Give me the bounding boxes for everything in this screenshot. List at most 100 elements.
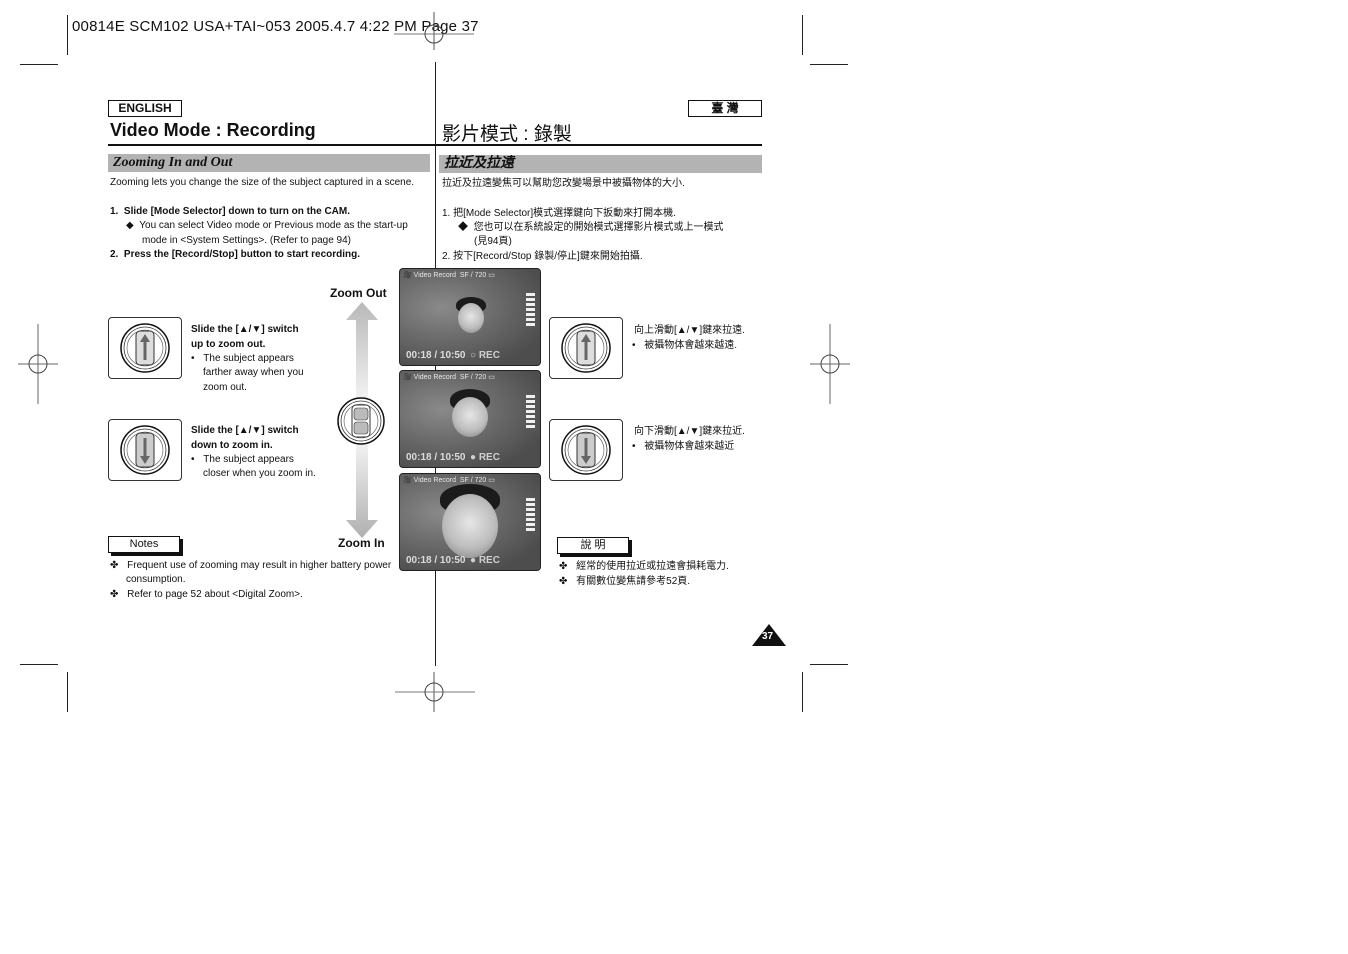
lcd-mode: Video Record — [413, 477, 456, 484]
crop-mark — [810, 64, 848, 65]
section-heading-chinese: 拉近及拉遠 — [439, 155, 762, 173]
language-label-english: ENGLISH — [108, 100, 182, 117]
crop-mark — [802, 672, 803, 712]
zoom-in-bullet: • The subject appears — [191, 453, 294, 468]
note-item-cont: consumption. — [126, 574, 186, 585]
step-text: Slide [Mode Selector] down to turn on th… — [123, 206, 351, 217]
zoom-out-switch-illustration — [108, 317, 182, 379]
note-item-chinese: ✤ 有關數位變焦請參考52頁. — [559, 575, 690, 590]
lcd-quality: SF / 720 — [459, 374, 487, 381]
step-1-note-chinese-cont: (見94頁) — [474, 236, 512, 247]
rec-label: REC — [478, 350, 500, 361]
instruction-line: Slide the [▲/▼] switch — [191, 324, 299, 335]
battery-icon: ▭ — [488, 477, 495, 484]
step-1-note: ◆ You can select Video mode or Previous … — [126, 219, 408, 234]
note-text: Frequent use of zooming may result in hi… — [127, 560, 392, 571]
clover-bullet-icon: ✤ — [110, 589, 119, 600]
lcd-rec-indicator: ● REC — [470, 452, 500, 463]
note-item: ✤ Refer to page 52 about <Digital Zoom>. — [110, 588, 303, 603]
crop-mark — [20, 664, 58, 665]
bullet-text: 被攝物体會越來越近 — [644, 441, 735, 452]
switch-down-arrow-icon — [120, 425, 170, 475]
lcd-screen-zoom-out: 🎥 Video Record SF / 720 ▭ 00:18 / 10:50 … — [399, 268, 541, 366]
crop-mark — [67, 15, 68, 55]
dot-bullet-icon: • — [191, 353, 195, 364]
lcd-rec-indicator: ● REC — [470, 555, 500, 566]
lcd-screen-mid-zoom: 🎥 Video Record SF / 720 ▭ 00:18 / 10:50 … — [399, 370, 541, 468]
notes-label-chinese: 說 明 — [557, 537, 629, 554]
step-1-chinese: 1. 把[Mode Selector]模式選擇鍵向下扳動來打開本機. — [442, 208, 676, 219]
dot-bullet-icon: • — [632, 441, 636, 452]
intro-text-english: Zooming lets you change the size of the … — [110, 177, 415, 188]
section-title: Zooming In and Out — [113, 155, 233, 170]
zoom-switch-dial-icon — [337, 397, 385, 445]
step-1-note-chinese: ◆ 您也可以在系統設定的開始模式選擇影片模式或上一模式 — [458, 221, 724, 236]
title-rule — [108, 144, 762, 146]
step-1-note-cont: mode in <System Settings>. (Refer to pag… — [142, 235, 351, 246]
note-text: 經常的使用拉近或拉遠會損耗電力. — [576, 561, 729, 572]
lcd-zoom-bar — [526, 293, 535, 343]
zoom-in-switch-illustration-chinese — [549, 419, 623, 481]
lcd-quality: SF / 720 — [459, 272, 487, 279]
zoom-out-bullet-cont: zoom out. — [203, 382, 247, 393]
page-title-english: Video Mode : Recording — [110, 120, 316, 140]
battery-icon: ▭ — [488, 374, 495, 381]
zoom-in-bullet-chinese: • 被攝物体會越來越近 — [632, 440, 734, 455]
battery-icon: ▭ — [488, 272, 495, 279]
notes-label-english: Notes — [108, 536, 180, 553]
step-number: 2. — [110, 249, 119, 260]
registration-mark-icon — [394, 12, 474, 50]
note-text: Refer to page 52 about <Digital Zoom>. — [127, 589, 303, 600]
zoom-out-bullet-chinese: • 被攝物体會越來越遠. — [632, 339, 737, 354]
zoom-in-bullet-cont: closer when you zoom in. — [203, 468, 316, 479]
step-text: Press the [Record/Stop] button to start … — [123, 249, 361, 260]
bullet-text: The subject appears — [203, 454, 294, 465]
lcd-mode: Video Record — [413, 272, 456, 279]
lcd-status-bar: 🎥 Video Record SF / 720 ▭ — [403, 374, 495, 381]
instruction-line: up to zoom out. — [191, 338, 266, 350]
crop-mark — [20, 64, 58, 65]
lcd-rec-indicator: ○ REC — [470, 350, 500, 361]
lcd-timecode: 00:18 / 10:50 — [406, 555, 466, 566]
note-text: 有關數位變焦請參考52頁. — [576, 576, 691, 587]
note-item-chinese: ✤ 經常的使用拉近或拉遠會損耗電力. — [559, 560, 729, 575]
registration-mark-icon — [395, 672, 475, 712]
switch-up-arrow-icon — [120, 323, 170, 373]
zoom-out-switch-illustration-chinese — [549, 317, 623, 379]
diamond-bullet-icon: ◆ — [458, 222, 468, 233]
lcd-screen-zoom-in: 🎥 Video Record SF / 720 ▭ 00:18 / 10:50 … — [399, 473, 541, 571]
zoom-out-bullet-cont: farther away when you — [203, 367, 304, 378]
instruction-line: Slide the [▲/▼] switch — [191, 425, 299, 436]
zoom-in-label: Zoom In — [338, 536, 385, 550]
step-number: 1. — [110, 206, 119, 217]
lcd-mode: Video Record — [413, 374, 456, 381]
switch-down-arrow-icon — [561, 425, 611, 475]
page-title-chinese: 影片模式 : 錄製 — [442, 124, 572, 145]
zoom-in-instruction: Slide the [▲/▼] switch down to zoom in. — [191, 424, 299, 453]
zoom-out-instruction-chinese: 向上滑動[▲/▼]鍵來拉遠. — [634, 325, 745, 336]
step-2-chinese: 2. 按下[Record/Stop 錄製/停止]鍵來開始拍攝. — [442, 251, 643, 262]
note-item: ✤ Frequent use of zooming may result in … — [110, 559, 391, 574]
section-heading-english: Zooming In and Out — [108, 154, 430, 172]
lcd-timecode: 00:18 / 10:50 — [406, 350, 466, 361]
dot-bullet-icon: • — [632, 340, 636, 351]
step-1: 1. Slide [Mode Selector] down to turn on… — [110, 205, 350, 220]
note-text: 您也可以在系統設定的開始模式選擇影片模式或上一模式 — [473, 222, 724, 233]
instruction-line: down to zoom in. — [191, 439, 273, 451]
zoom-in-switch-illustration — [108, 419, 182, 481]
rec-label: REC — [478, 452, 500, 463]
clover-bullet-icon: ✤ — [110, 560, 119, 571]
lcd-status-bar: 🎥 Video Record SF / 720 ▭ — [403, 477, 495, 484]
section-title: 拉近及拉遠 — [444, 156, 514, 171]
lcd-zoom-bar — [526, 498, 535, 548]
switch-up-arrow-icon — [561, 323, 611, 373]
lcd-quality: SF / 720 — [459, 477, 487, 484]
note-text: You can select Video mode or Previous mo… — [139, 220, 408, 231]
diamond-bullet-icon: ◆ — [126, 220, 134, 231]
bullet-text: 被攝物体會越來越遠. — [644, 340, 738, 351]
intro-text-chinese: 拉近及拉遠變焦可以幫助您改變場景中被攝物体的大小. — [442, 178, 685, 189]
dot-bullet-icon: • — [191, 454, 195, 465]
lcd-zoom-bar — [526, 395, 535, 445]
zoom-out-label: Zoom Out — [330, 286, 387, 300]
zoom-out-bullet: • The subject appears — [191, 352, 294, 367]
